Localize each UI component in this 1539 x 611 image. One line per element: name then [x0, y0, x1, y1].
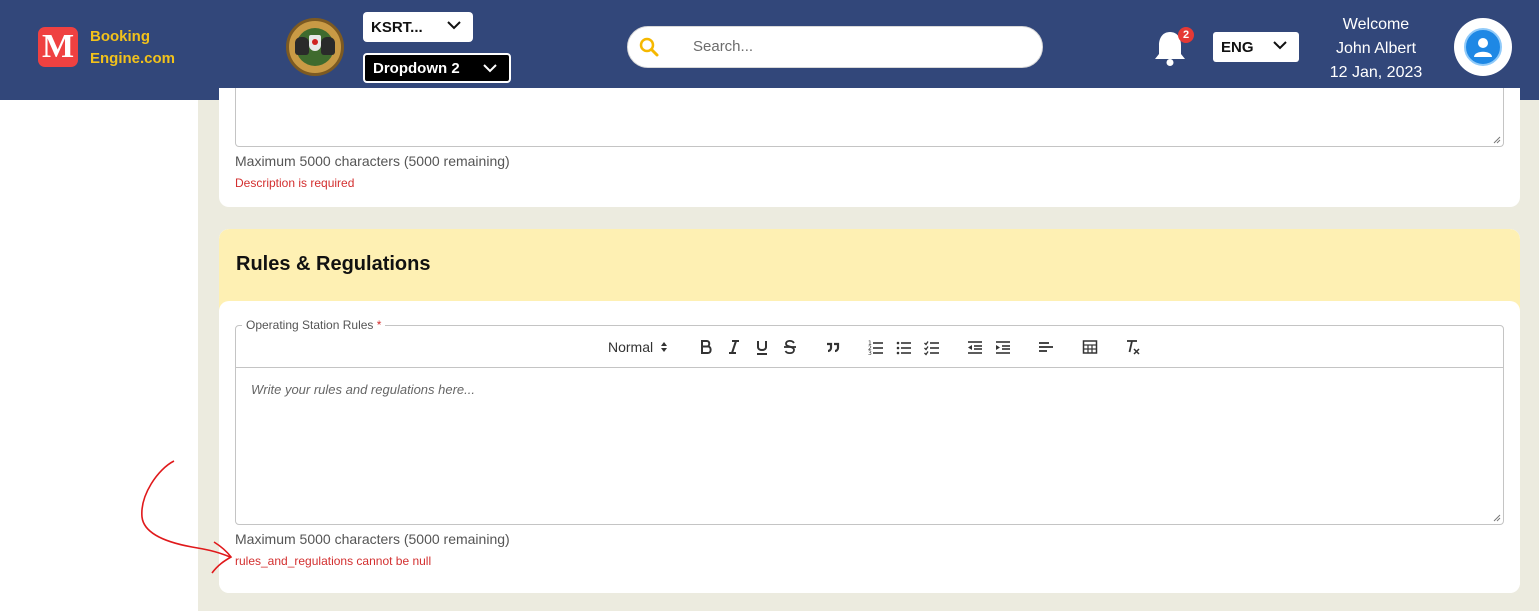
dropdown-secondary[interactable]: Dropdown 2: [363, 53, 511, 83]
chevron-down-icon: [1273, 41, 1287, 50]
blockquote-icon[interactable]: [825, 338, 841, 356]
format-select[interactable]: Normal: [608, 338, 669, 356]
chevron-down-icon: [447, 21, 461, 30]
svg-text:3: 3: [868, 350, 872, 356]
indent-icon[interactable]: [995, 338, 1011, 356]
rules-rich-text-editor[interactable]: Normal 123 Write your rules and regulati…: [235, 325, 1504, 525]
notification-badge: 2: [1178, 27, 1194, 43]
language-select[interactable]: ENG: [1213, 32, 1299, 62]
rules-section-header: Rules & Regulations: [219, 229, 1520, 311]
underline-icon[interactable]: [755, 338, 769, 356]
user-name: John Albert: [1335, 40, 1417, 57]
chevron-down-icon: [483, 64, 497, 73]
outdent-icon[interactable]: [967, 338, 983, 356]
dropdown-organization[interactable]: KSRT...: [363, 12, 473, 42]
checklist-icon[interactable]: [924, 338, 940, 356]
user-icon: [1474, 38, 1492, 57]
avatar[interactable]: [1454, 18, 1512, 76]
search-bar[interactable]: Search...: [627, 26, 1043, 68]
top-header: M Booking Engine.com KSRT... Dropdown 2 …: [0, 0, 1539, 100]
resize-handle-icon[interactable]: [1493, 514, 1501, 522]
strikethrough-icon[interactable]: [783, 338, 797, 356]
table-icon[interactable]: [1082, 338, 1098, 356]
user-greeting: Welcome John Albert 12 Jan, 2023: [1316, 13, 1436, 85]
rules-char-count: Maximum 5000 characters (5000 remaining): [235, 531, 510, 547]
field-label: Operating Station Rules *: [242, 318, 386, 332]
required-asterisk: *: [376, 318, 382, 332]
annotation-arrow-icon: [141, 460, 233, 574]
brand-name[interactable]: Booking Engine.com: [90, 26, 175, 70]
description-error: Description is required: [235, 176, 355, 190]
description-textarea[interactable]: [235, 88, 1504, 147]
toolbar-divider: [236, 367, 1503, 368]
search-input[interactable]: Search...: [693, 38, 753, 55]
resize-handle-icon[interactable]: [1493, 136, 1501, 144]
description-char-count: Maximum 5000 characters (5000 remaining): [235, 153, 510, 169]
current-date: 12 Jan, 2023: [1329, 64, 1423, 81]
bullet-list-icon[interactable]: [896, 338, 912, 356]
bold-icon[interactable]: [699, 338, 713, 356]
section-title: Rules & Regulations: [236, 253, 431, 275]
clear-formatting-icon[interactable]: [1125, 338, 1141, 356]
rules-editor-input[interactable]: Write your rules and regulations here...: [251, 382, 475, 397]
align-left-icon[interactable]: [1038, 338, 1054, 356]
italic-icon[interactable]: [727, 338, 741, 356]
brand-logo[interactable]: M: [38, 27, 78, 67]
ordered-list-icon[interactable]: 123: [868, 338, 884, 356]
search-icon: [639, 37, 659, 57]
rules-error: rules_and_regulations cannot be null: [235, 554, 432, 568]
organization-emblem: [286, 18, 344, 76]
sort-arrows-icon: [661, 342, 668, 352]
